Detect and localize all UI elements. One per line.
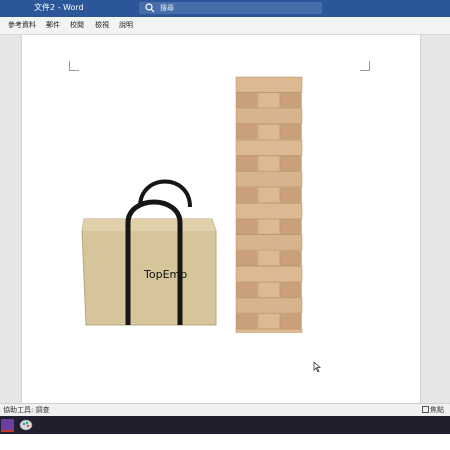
wood-block-end <box>279 313 302 330</box>
margin-corner-mark-left <box>69 61 79 71</box>
tab-mailings[interactable]: 郵件 <box>46 20 60 31</box>
wood-block-end <box>257 250 280 266</box>
wood-block-end <box>279 187 302 203</box>
wood-block-end <box>257 124 280 140</box>
wood-block-end <box>235 124 258 140</box>
wood-block <box>235 108 303 124</box>
wood-block <box>235 266 303 282</box>
wood-block-end <box>279 124 302 140</box>
wood-block-end <box>235 187 258 203</box>
search-box[interactable]: 搜尋 <box>139 2 322 14</box>
wood-block-end <box>279 281 302 298</box>
tab-view[interactable]: 檢視 <box>95 20 109 31</box>
wood-block-end <box>279 92 302 109</box>
accessibility-status[interactable]: 協助工具: 調查 <box>3 404 50 416</box>
wood-block-end <box>235 92 258 109</box>
window-title: 文件2 - Word <box>34 3 84 12</box>
wood-block-end <box>235 155 258 172</box>
inserted-product-image[interactable]: TopEmp <box>80 73 306 333</box>
wood-block-end <box>279 155 302 172</box>
wood-block-end <box>257 187 280 203</box>
focus-mode-label[interactable]: 焦點 <box>430 404 444 416</box>
wood-block-end <box>257 92 280 109</box>
search-placeholder: 搜尋 <box>160 4 174 12</box>
wood-block-end <box>257 218 280 235</box>
bag-top-panel <box>82 219 216 231</box>
tote-bag: TopEmp <box>81 179 217 326</box>
tab-help[interactable]: 說明 <box>119 20 133 31</box>
paint-app-icon[interactable] <box>18 417 34 433</box>
wood-block <box>235 234 303 251</box>
wood-block-end <box>257 313 280 330</box>
vertical-scrollbar[interactable] <box>442 35 450 403</box>
margin-corner-mark-right <box>360 61 370 71</box>
search-icon <box>145 3 155 13</box>
word-app-icon[interactable] <box>0 417 16 433</box>
wood-block-tower <box>235 76 303 333</box>
document-page[interactable]: TopEmp <box>22 35 420 403</box>
wood-block-end <box>235 281 258 298</box>
wood-block-end <box>257 155 280 172</box>
wood-block-end <box>235 218 258 235</box>
wood-block-end <box>279 250 302 266</box>
wood-block-end <box>279 218 302 235</box>
wood-block <box>235 202 303 219</box>
wood-block-end <box>235 313 258 330</box>
wood-block <box>235 171 303 188</box>
wood-block <box>235 329 303 333</box>
wood-block <box>235 297 303 314</box>
document-canvas[interactable]: TopEmp <box>0 35 450 403</box>
tab-references[interactable]: 參考資料 <box>8 20 36 31</box>
ribbon-tabs: 參考資料 郵件 校閱 檢視 說明 <box>0 17 450 35</box>
tab-review[interactable]: 校閱 <box>70 20 84 31</box>
wood-block <box>235 76 303 93</box>
mouse-cursor-icon <box>313 362 321 372</box>
taskbar <box>0 416 450 434</box>
wood-block-end <box>235 250 258 266</box>
bag-brand-text: TopEmp <box>143 268 187 281</box>
title-bar: 文件2 - Word 搜尋 <box>0 0 450 17</box>
focus-mode-icon[interactable] <box>422 406 429 413</box>
wood-block <box>235 139 303 156</box>
wood-block-end <box>257 281 280 298</box>
status-bar: 協助工具: 調查 焦點 <box>0 403 450 416</box>
below-taskbar-area <box>0 434 450 450</box>
